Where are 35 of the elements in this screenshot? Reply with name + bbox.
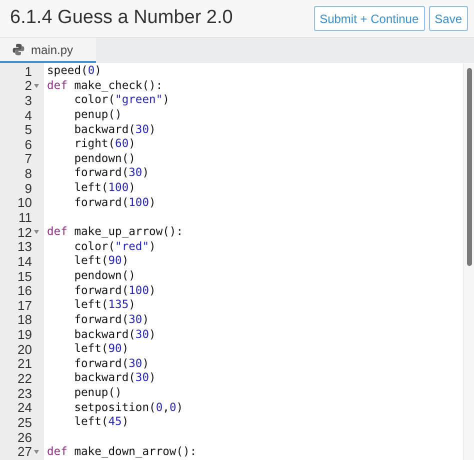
page-title: 6.1.4 Guess a Number 2.0 — [10, 6, 233, 30]
code-line: left(90) — [73, 254, 129, 268]
code-line: forward(30) — [73, 356, 150, 370]
file-tab[interactable]: main.py — [0, 38, 96, 63]
scrollbar[interactable] — [463, 63, 474, 460]
code-line: color("green") — [73, 93, 170, 106]
code-line: left(135) — [73, 298, 136, 312]
save-button[interactable]: Save — [428, 6, 468, 31]
code-line: penup() — [73, 386, 122, 400]
code-line: pendown() — [73, 152, 136, 165]
fold-caret-icon[interactable] — [34, 84, 38, 88]
code-line: forward(30) — [73, 312, 150, 326]
code-line: forward(30) — [73, 166, 150, 180]
code-line: def make_down_arrow(): — [47, 444, 197, 458]
code-line: pendown() — [73, 268, 136, 282]
code-line: left(100) — [73, 181, 136, 194]
fold-caret-icon[interactable] — [34, 450, 38, 454]
code-line: backward(30) — [73, 371, 156, 384]
code-line: backward(30) — [73, 328, 156, 341]
code-line: forward(100) — [73, 284, 156, 297]
submit-button[interactable]: Submit + Continue — [314, 6, 425, 31]
code-line: right(60) — [73, 137, 136, 150]
code-line: def make_check(): — [47, 78, 163, 92]
code-line: left(90) — [73, 342, 129, 356]
code-line: backward(30) — [73, 122, 156, 136]
scrollbar-thumb[interactable] — [466, 68, 472, 266]
code-line: def make_up_arrow(): — [47, 225, 184, 238]
code-line: color("red") — [73, 240, 156, 253]
code-line: speed(0) — [47, 64, 102, 77]
python-icon — [12, 43, 25, 56]
code-line: setposition(0,0) — [73, 400, 184, 414]
code-line: forward(100) — [73, 196, 156, 209]
code-line: penup() — [73, 108, 122, 121]
code-line: left(45) — [73, 415, 129, 428]
fold-caret-icon[interactable] — [34, 230, 38, 234]
